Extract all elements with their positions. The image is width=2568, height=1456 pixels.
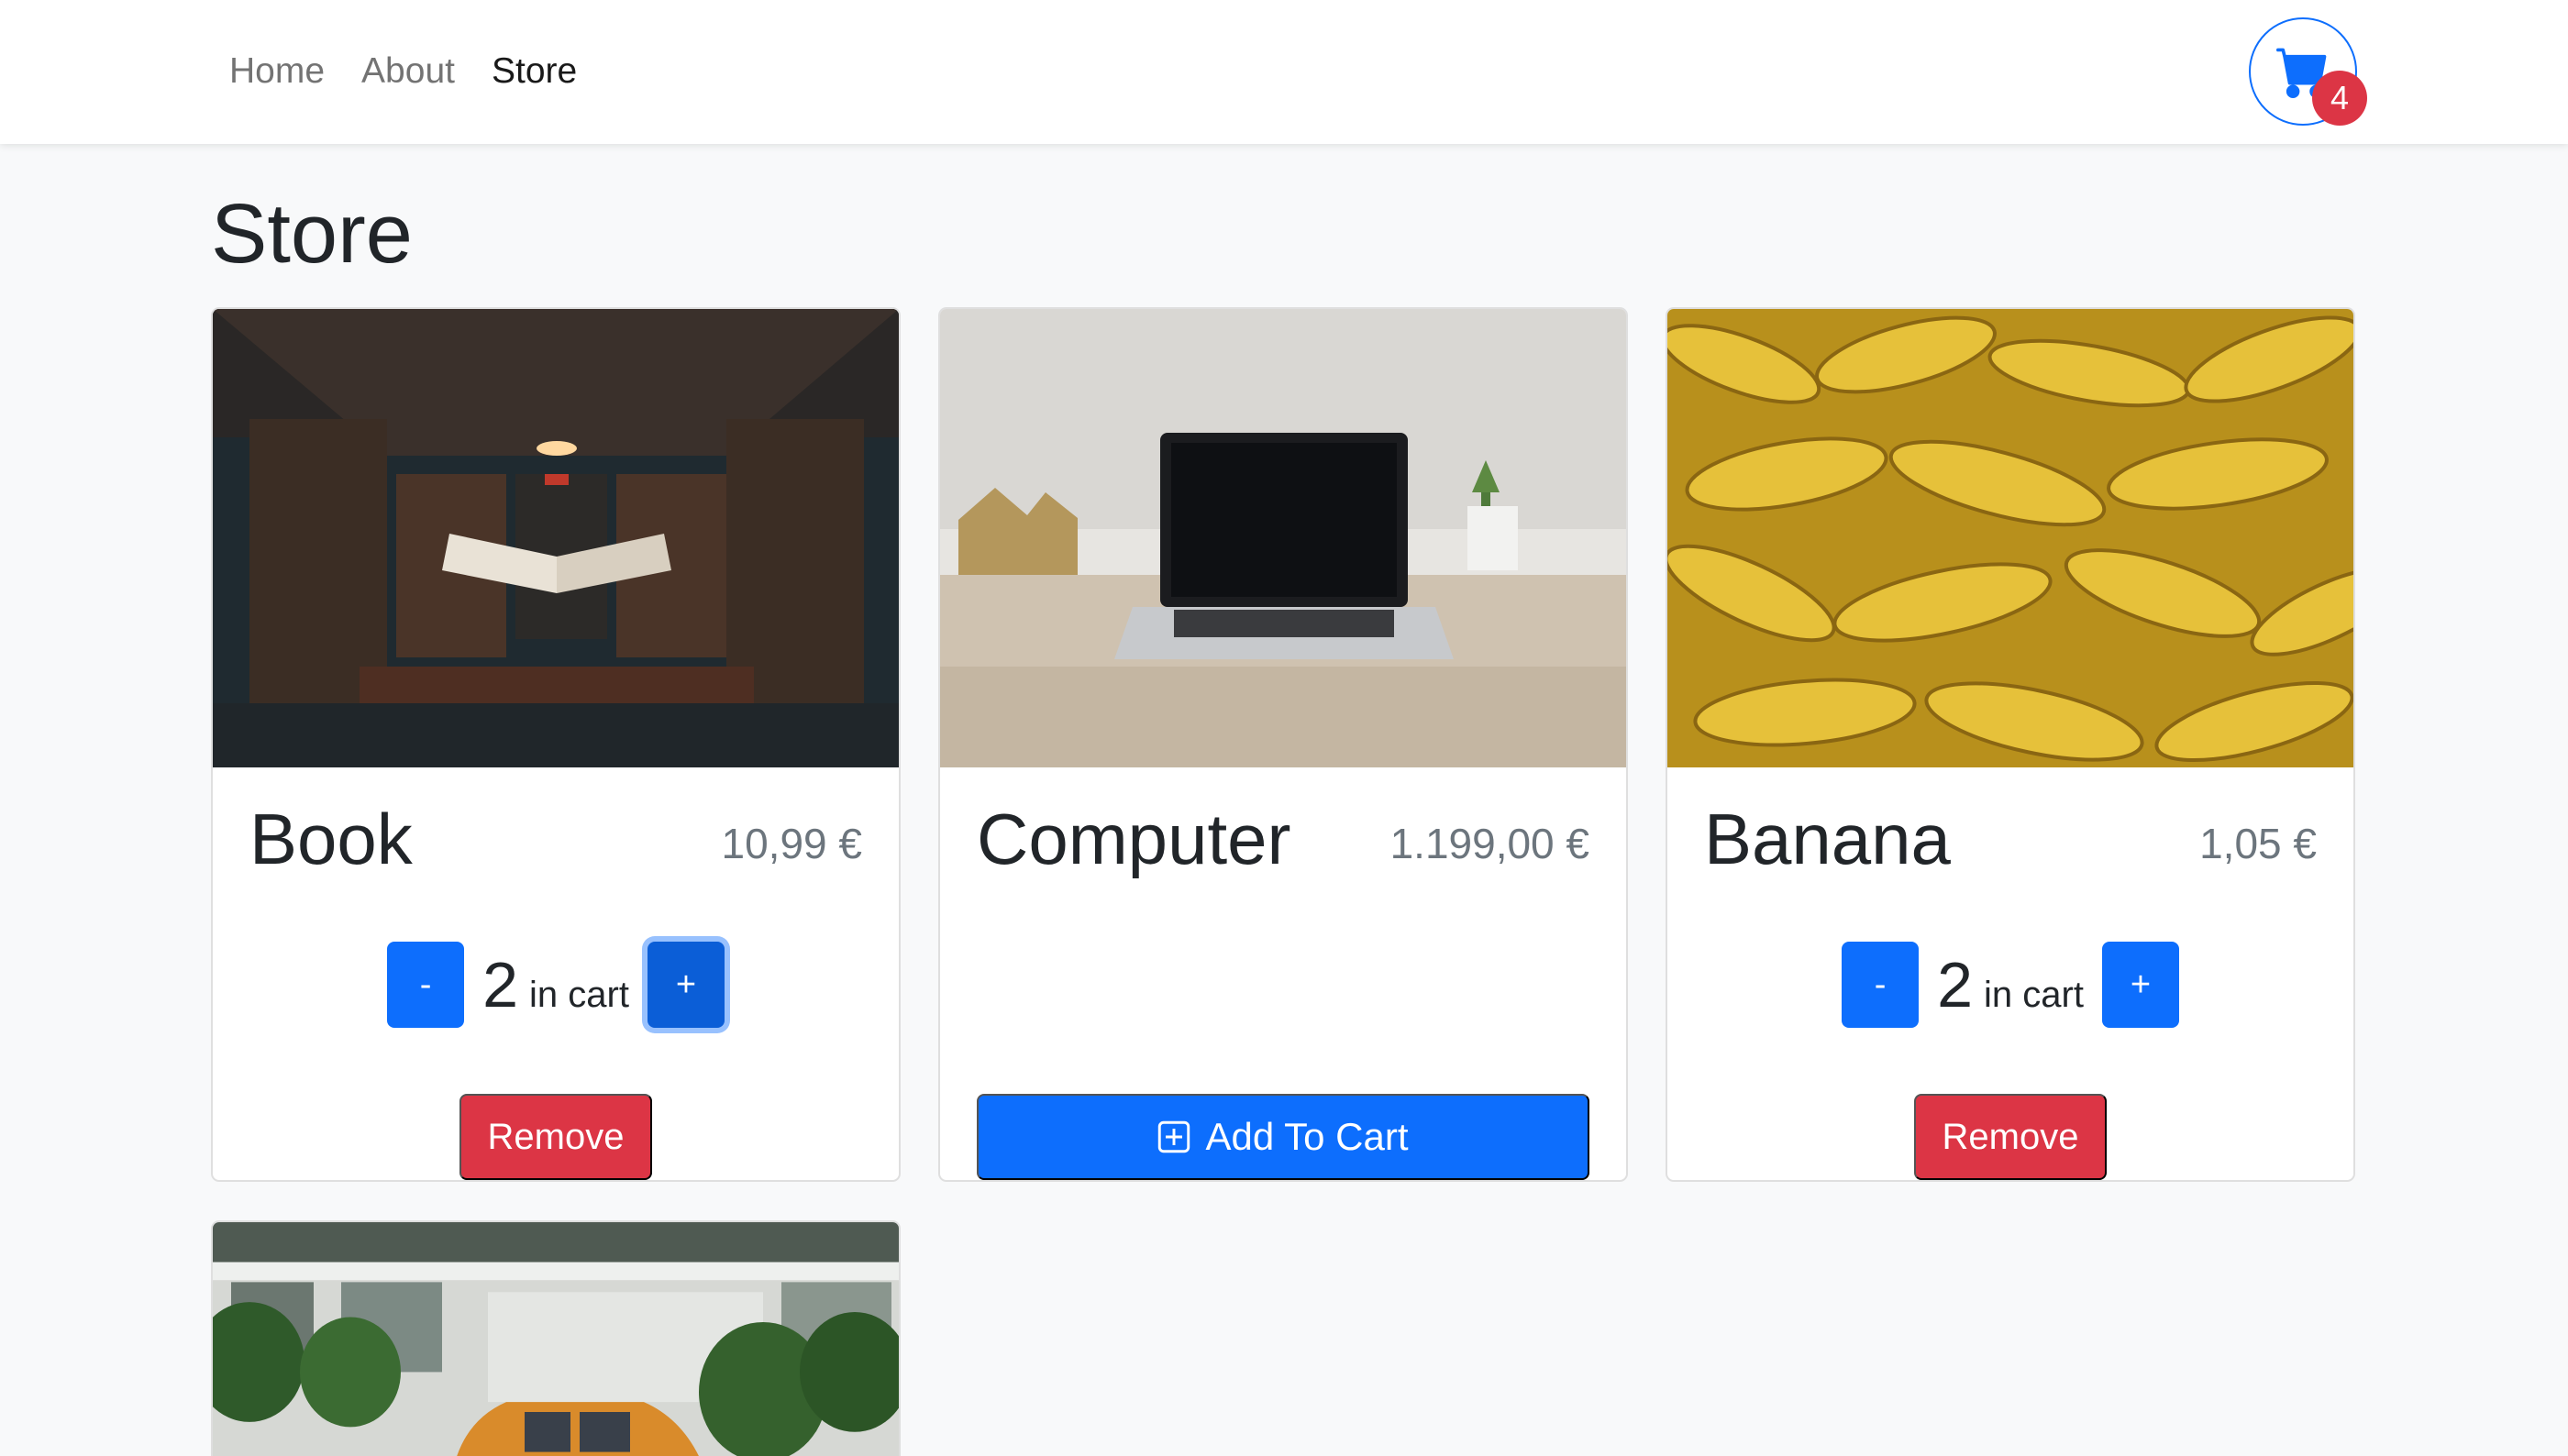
product-price: 1,05 € <box>2199 820 2317 867</box>
product-name: Book <box>249 799 413 879</box>
book-image <box>213 309 899 767</box>
decrease-quantity-button[interactable]: - <box>387 942 465 1028</box>
plus-square-icon <box>1158 1120 1190 1153</box>
quantity-display: 2 in cart <box>482 948 629 1021</box>
remove-button[interactable]: Remove <box>1914 1094 2107 1180</box>
nav-link-store[interactable]: Store <box>492 48 577 95</box>
product-price: 10,99 € <box>721 820 862 867</box>
in-cart-label: in cart <box>529 975 629 1015</box>
computer-image <box>940 309 1626 767</box>
page-title: Store <box>211 187 413 281</box>
quantity-value: 2 <box>1937 949 1973 1020</box>
product-card-car <box>211 1220 901 1456</box>
navbar: Home About Store 4 <box>0 0 2568 144</box>
product-card-banana: Banana 1,05 € - 2 in cart + Remove <box>1666 307 2355 1182</box>
product-card-computer: Computer 1.199,00 € Add To Cart <box>938 307 1628 1182</box>
remove-button[interactable]: Remove <box>459 1094 652 1180</box>
quantity-controls: - 2 in cart + <box>1667 942 2353 1028</box>
increase-quantity-button[interactable]: + <box>647 942 725 1028</box>
increase-quantity-button[interactable]: + <box>2101 942 2179 1028</box>
nav-link-home[interactable]: Home <box>229 48 325 95</box>
quantity-value: 2 <box>482 949 518 1020</box>
add-to-cart-label: Add To Cart <box>1205 1115 1409 1158</box>
car-image <box>213 1222 899 1456</box>
nav-links: Home About Store <box>229 48 577 95</box>
add-to-cart-button[interactable]: Add To Cart <box>977 1094 1589 1180</box>
product-price: 1.199,00 € <box>1389 820 1589 867</box>
cart-count-badge: 4 <box>2312 71 2367 126</box>
banana-image <box>1667 309 2353 767</box>
nav-link-about[interactable]: About <box>361 48 455 95</box>
product-card-book: Book 10,99 € - 2 in cart + Remove <box>211 307 901 1182</box>
quantity-display: 2 in cart <box>1937 948 2084 1021</box>
decrease-quantity-button[interactable]: - <box>1842 942 1920 1028</box>
quantity-controls: - 2 in cart + <box>213 942 899 1028</box>
product-name: Banana <box>1704 799 1951 879</box>
in-cart-label: in cart <box>1984 975 2084 1015</box>
product-name: Computer <box>977 799 1291 879</box>
